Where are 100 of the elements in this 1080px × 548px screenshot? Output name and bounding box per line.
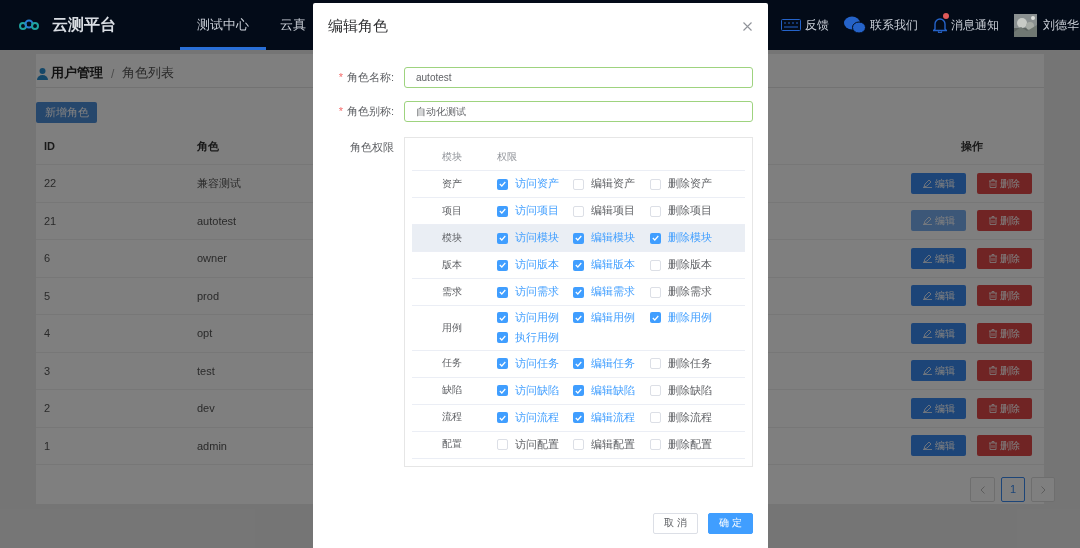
text-field[interactable]: 自动化测试 (404, 101, 753, 122)
checkbox-label[interactable]: 删除流程 (667, 409, 712, 426)
checkbox-label[interactable]: 编辑流程 (591, 409, 636, 426)
checkbox[interactable] (649, 312, 661, 324)
checkbox-label[interactable]: 编辑配置 (591, 436, 636, 453)
header-link[interactable]: 消息通知 (951, 16, 999, 34)
text-field[interactable]: autotest (404, 67, 753, 88)
keyboard-icon[interactable] (781, 19, 801, 31)
edit-button[interactable]: 编辑 (911, 285, 966, 307)
table-cell: 4 (44, 327, 51, 339)
checkbox[interactable] (649, 358, 661, 369)
checkbox-label[interactable]: 编辑资产 (591, 176, 636, 192)
edit-button[interactable]: 编辑 (911, 172, 966, 194)
checkbox[interactable] (496, 286, 508, 298)
bell-icon[interactable] (933, 17, 947, 33)
checkbox-label[interactable]: 访问需求 (514, 284, 559, 300)
checkbox-label[interactable]: 编辑任务 (591, 355, 636, 372)
checkbox-label[interactable]: 访问版本 (514, 257, 559, 273)
checkbox[interactable] (496, 358, 508, 369)
close-icon[interactable] (743, 21, 752, 31)
checkbox[interactable] (573, 232, 585, 244)
header-link[interactable]: 反馈 (805, 16, 829, 34)
user-name[interactable]: 刘德华 (1043, 16, 1080, 34)
checkbox-label[interactable]: 执行用例 (514, 329, 559, 346)
delete-button[interactable]: 删除 (977, 172, 1032, 194)
checkbox-label[interactable]: 编辑模块 (591, 230, 636, 246)
table-cell: prod (197, 289, 220, 302)
checkbox[interactable] (573, 385, 585, 396)
checkbox[interactable] (496, 439, 508, 450)
checkbox-label[interactable]: 访问项目 (514, 203, 559, 219)
checkbox[interactable] (496, 332, 508, 344)
checkbox-label[interactable]: 删除缺陷 (667, 382, 712, 399)
checkbox-label[interactable]: 编辑版本 (591, 257, 636, 273)
checkbox[interactable] (649, 259, 661, 271)
nav-tab[interactable]: 云真 (266, 0, 306, 50)
checkbox[interactable] (649, 286, 661, 298)
checkbox-label[interactable]: 访问配置 (514, 436, 559, 453)
checkbox-label[interactable]: 删除资产 (667, 176, 712, 192)
checkbox-label[interactable]: 编辑项目 (591, 203, 636, 219)
cancel-button[interactable]: 取 消 (653, 512, 698, 534)
checkbox-label[interactable]: 访问流程 (514, 409, 559, 426)
checkbox[interactable] (649, 178, 661, 190)
checkbox[interactable] (573, 178, 585, 190)
checkbox-label[interactable]: 访问资产 (514, 176, 559, 192)
checkbox-label[interactable]: 编辑需求 (591, 284, 636, 300)
checkbox-label[interactable]: 删除版本 (667, 257, 712, 273)
edit-button[interactable]: 编辑 (911, 435, 966, 457)
breadcrumb-item[interactable]: 角色列表 (122, 64, 175, 83)
checkbox[interactable] (496, 412, 508, 423)
checkbox[interactable] (573, 286, 585, 298)
checkbox-label[interactable]: 访问用例 (514, 310, 559, 326)
checkbox[interactable] (496, 178, 508, 190)
edit-button[interactable]: 编辑 (911, 360, 966, 382)
checkbox[interactable] (496, 312, 508, 324)
delete-button[interactable]: 删除 (977, 210, 1032, 232)
checkbox-label[interactable]: 删除模块 (667, 230, 712, 246)
checkbox-label[interactable]: 删除任务 (667, 355, 712, 372)
add-role-button[interactable]: 新增角色 (36, 102, 97, 123)
checkbox[interactable] (649, 232, 661, 244)
delete-button[interactable]: 删除 (977, 360, 1032, 382)
checkbox[interactable] (649, 205, 661, 217)
checkbox[interactable] (496, 205, 508, 217)
checkbox-label[interactable]: 编辑缺陷 (591, 382, 636, 399)
checkbox-label[interactable]: 删除需求 (667, 284, 712, 300)
required-mark: * (338, 104, 343, 120)
checkbox-label[interactable]: 访问模块 (514, 230, 559, 246)
nav-tab[interactable]: 测试中心 (180, 0, 266, 50)
edit-button[interactable]: 编辑 (911, 247, 966, 269)
checkbox-label[interactable]: 删除项目 (667, 203, 712, 219)
checkbox[interactable] (496, 259, 508, 271)
checkbox[interactable] (496, 232, 508, 244)
checkbox[interactable] (573, 259, 585, 271)
field-label: 角色名称: (346, 70, 394, 86)
chat-bubbles-icon[interactable] (844, 16, 866, 34)
checkbox-label[interactable]: 编辑用例 (591, 310, 636, 326)
checkbox-label[interactable]: 删除配置 (667, 436, 712, 453)
header-link[interactable]: 联系我们 (870, 16, 918, 34)
checkbox[interactable] (649, 439, 661, 450)
checkbox-label[interactable]: 删除用例 (667, 310, 712, 326)
delete-button[interactable]: 删除 (977, 435, 1032, 457)
checkbox[interactable] (573, 312, 585, 324)
checkbox[interactable] (573, 412, 585, 423)
page-button[interactable]: 1 (1001, 477, 1025, 502)
checkbox[interactable] (573, 205, 585, 217)
checkbox[interactable] (649, 412, 661, 423)
checkbox-label[interactable]: 访问任务 (514, 355, 559, 372)
delete-button[interactable]: 删除 (977, 397, 1032, 419)
module-name: 用例 (441, 320, 463, 335)
checkbox[interactable] (573, 439, 585, 450)
checkbox[interactable] (496, 385, 508, 396)
checkbox[interactable] (649, 385, 661, 396)
checkbox-label[interactable]: 访问缺陷 (514, 382, 559, 399)
breadcrumb-item[interactable]: 用户管理 (51, 64, 103, 83)
delete-button[interactable]: 删除 (977, 247, 1032, 269)
edit-button[interactable]: 编辑 (911, 397, 966, 419)
delete-button[interactable]: 删除 (977, 322, 1032, 344)
edit-button[interactable]: 编辑 (911, 322, 966, 344)
confirm-button[interactable]: 确 定 (708, 512, 753, 534)
checkbox[interactable] (573, 358, 585, 369)
delete-button[interactable]: 删除 (977, 285, 1032, 307)
